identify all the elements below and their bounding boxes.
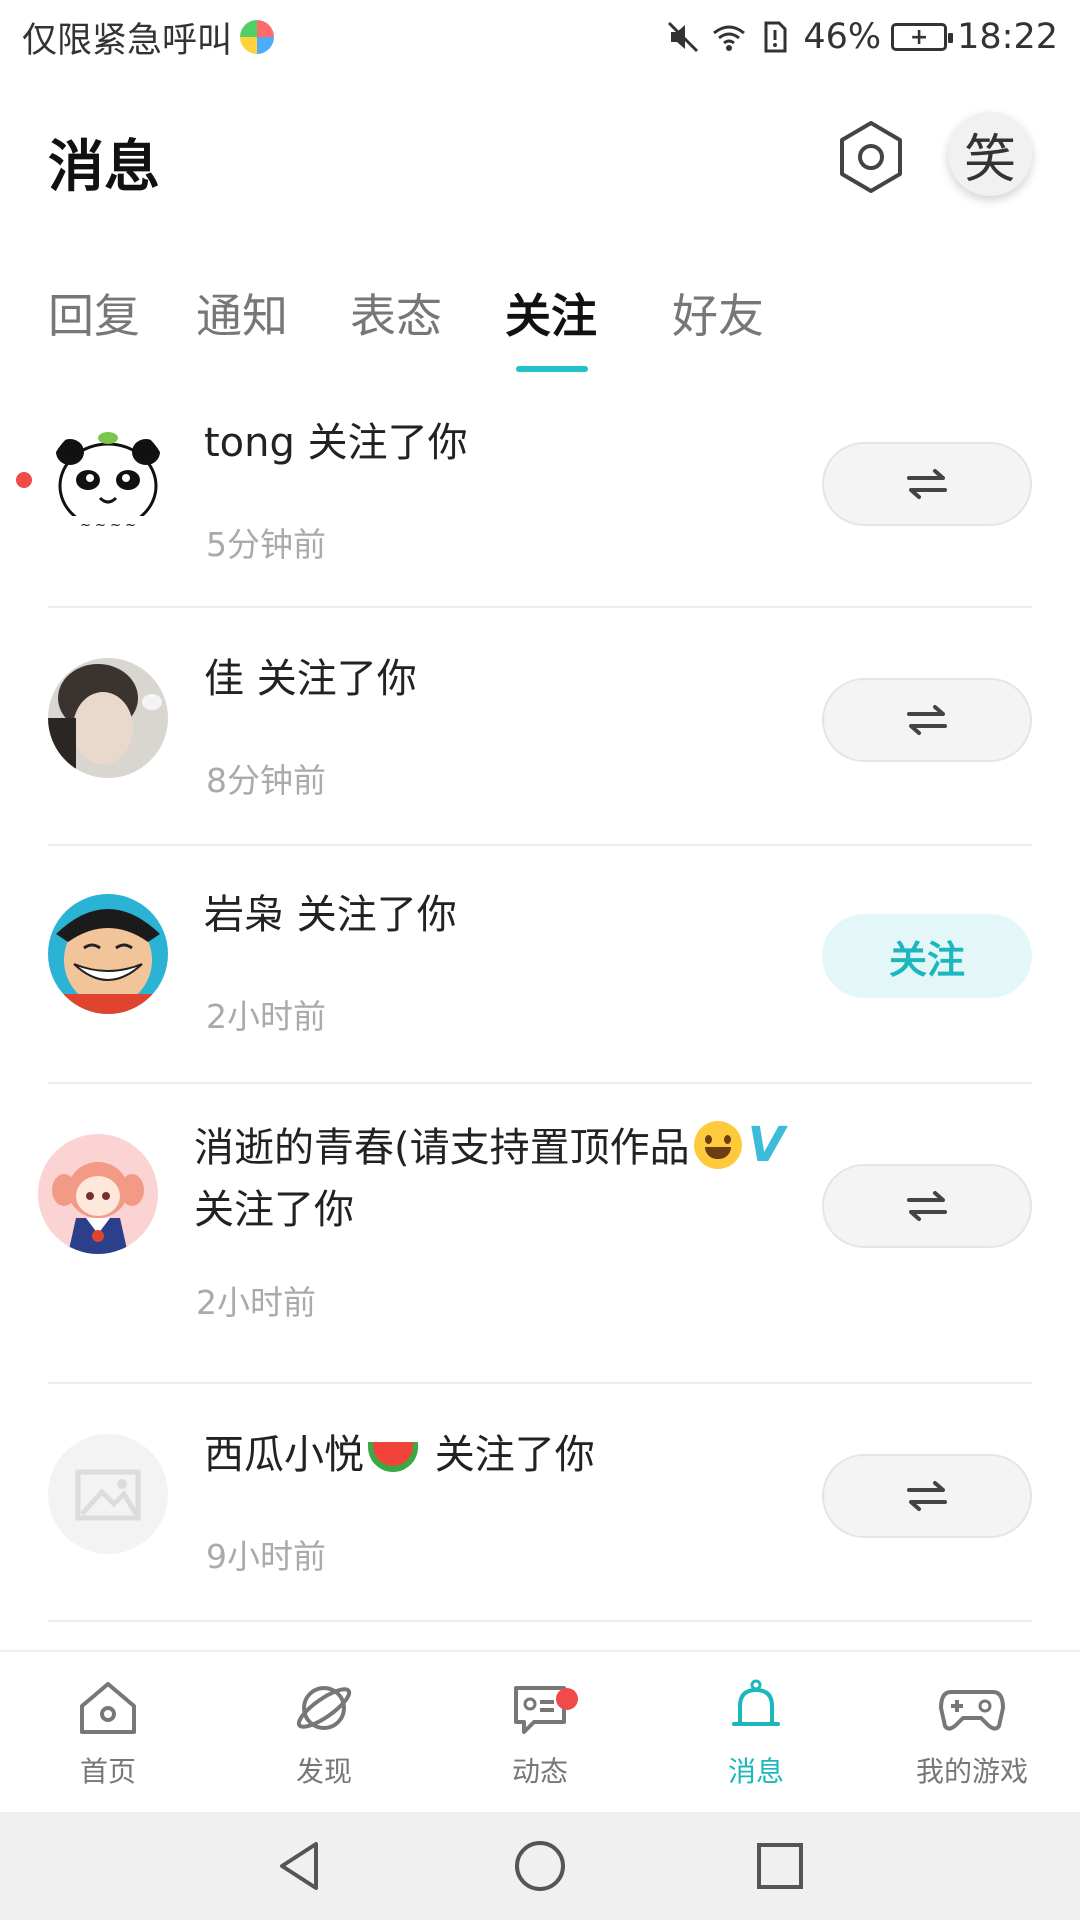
user-avatar[interactable] [38,1134,158,1254]
svg-text:~ ~ ~ ~: ~ ~ ~ ~ [80,518,136,533]
action-text: 关注了你 [296,892,457,938]
follow-message: 佳 关注了你 [204,648,417,710]
nav-my-games[interactable]: 我的游戏 [864,1652,1080,1814]
action-text: 关注了你 [256,656,417,702]
timestamp: 5分钟前 [206,525,326,564]
list-item[interactable]: 佳 关注了你 8分钟前 [0,608,1080,846]
user-avatar[interactable] [48,894,168,1014]
watermelon-emoji-icon [368,1442,418,1472]
tab-reply[interactable]: 回复 [48,280,140,346]
timestamp: 9小时前 [206,1537,326,1576]
mute-icon [668,21,699,53]
system-nav-bar [0,1812,1080,1920]
follow-message: tong 关注了你 [204,412,468,474]
action-text: 关注了你 [307,420,468,466]
nav-label: 发现 [295,1755,352,1788]
my-avatar[interactable]: 笑 [948,112,1032,196]
nav-discover[interactable]: 发现 [216,1652,432,1814]
tab-follow[interactable]: 关注 [505,280,597,346]
back-icon[interactable] [272,1838,328,1894]
timestamp: 8分钟前 [206,761,326,800]
timestamp: 2小时前 [196,1283,316,1322]
list-item[interactable]: ~ ~ ~ ~ tong 关注了你 5分钟前 [0,380,1080,608]
nav-label: 我的游戏 [915,1755,1028,1788]
list-item[interactable]: 岩枭 关注了你 2小时前 关注 [0,846,1080,1084]
user-name[interactable]: 岩枭 [204,892,284,938]
home-circle-icon[interactable] [512,1838,568,1894]
swap-arrows-icon [907,1191,947,1221]
app-notification-icon [240,20,275,54]
mutual-follow-button[interactable] [822,1164,1032,1248]
sim-alert-icon [764,21,787,53]
tab-notice[interactable]: 通知 [196,280,288,346]
home-icon [80,1682,136,1734]
user-avatar[interactable]: ~ ~ ~ ~ [48,422,168,542]
user-name[interactable]: 佳 [204,656,244,702]
page-title: 消息 [48,135,160,200]
swap-arrows-icon [907,705,947,735]
mutual-follow-button[interactable] [822,1454,1032,1538]
gamepad-icon [939,1690,1005,1731]
nav-label: 消息 [727,1755,784,1788]
planet-icon [296,1686,352,1730]
smiley-emoji-icon [693,1121,742,1169]
notification-badge [556,1688,578,1710]
list-item[interactable]: 西瓜小悦 关注了你 9小时前 [0,1384,1080,1622]
follow-message: 岩枭 关注了你 [204,884,457,946]
follow-message: 消逝的青春(请支持置顶作品 V 关注了你 [194,1114,814,1241]
tab-reaction[interactable]: 表态 [350,280,442,346]
list-item[interactable]: 消逝的青春(请支持置顶作品 V 关注了你 2小时前 [0,1084,1080,1384]
active-tab-indicator [516,366,588,372]
user-name[interactable]: 西瓜小悦 [204,1432,364,1478]
battery-icon: + [891,23,954,51]
unread-dot [16,472,32,488]
divider [48,1620,1032,1622]
follow-message: 西瓜小悦 关注了你 [204,1424,595,1486]
battery-percent: 46% [803,17,882,57]
user-name[interactable]: 消逝的青春(请支持置顶作品 [194,1125,690,1171]
nav-label: 首页 [79,1755,136,1788]
wifi-icon [713,25,746,51]
bell-icon [732,1679,780,1726]
bottom-nav: 首页 发现 动态 消息 我的游戏 [0,1650,1080,1812]
user-name[interactable]: tong [204,420,295,466]
follow-back-button[interactable]: 关注 [822,914,1032,998]
nav-label: 动态 [511,1755,568,1788]
carrier-text: 仅限紧急呼叫 [22,20,233,61]
swap-arrows-icon [907,1481,947,1511]
mutual-follow-button[interactable] [822,678,1032,762]
action-text: 关注了你 [194,1187,354,1233]
settings-hexagon-icon[interactable] [832,118,910,196]
tab-bar: 回复 通知 表态 关注 好友 [0,270,1080,372]
nav-messages[interactable]: 消息 [648,1652,864,1814]
nav-feed[interactable]: 动态 [432,1652,648,1814]
swap-arrows-icon [907,469,947,499]
timestamp: 2小时前 [206,997,326,1036]
header: 消息 笑 [0,100,1080,220]
clock: 18:22 [957,17,1058,57]
status-bar: 仅限紧急呼叫 46% + 18:22 [0,0,1080,74]
nav-home[interactable]: 首页 [0,1652,216,1814]
user-avatar[interactable] [48,658,168,778]
verified-v-badge: V [747,1117,785,1173]
tab-friends[interactable]: 好友 [672,280,764,346]
mutual-follow-button[interactable] [822,442,1032,526]
recents-square-icon[interactable] [752,1838,808,1894]
placeholder-avatar-icon[interactable] [48,1434,168,1554]
action-text: 关注了你 [434,1432,595,1478]
